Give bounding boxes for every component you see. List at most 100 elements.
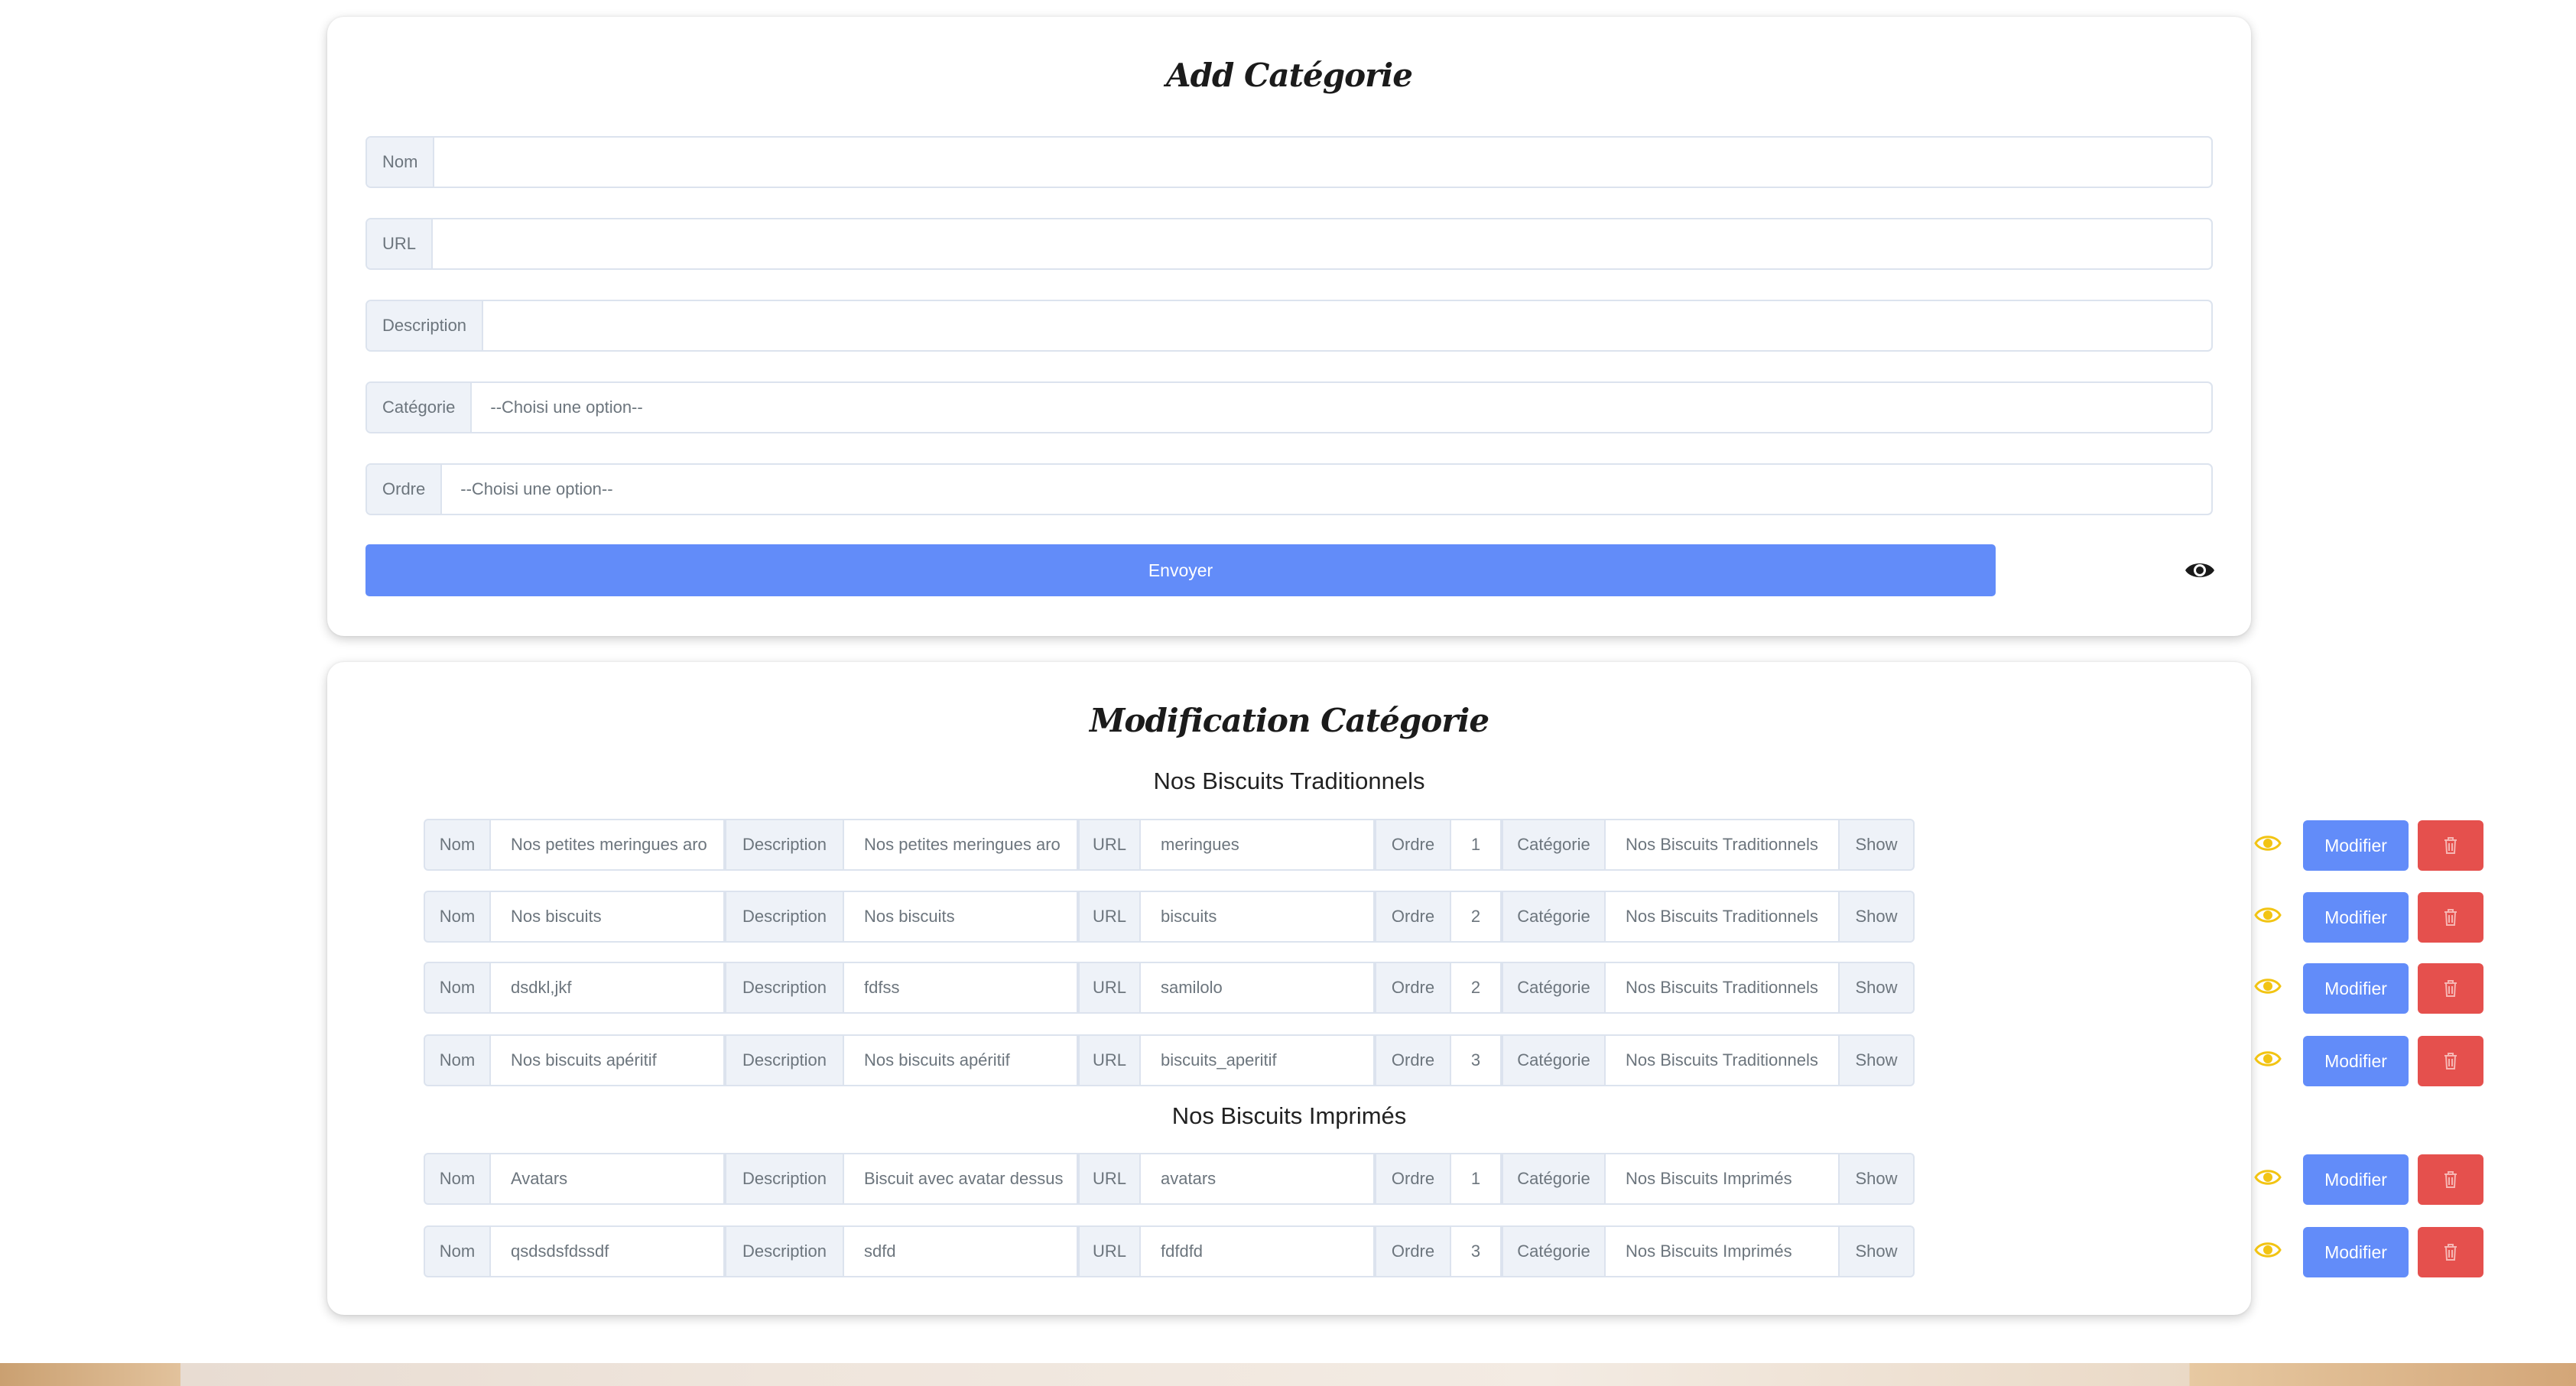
trash-icon [2444,909,2457,926]
categorie-label: Catégorie [1502,962,1606,1014]
categorie-label: Catégorie [1502,1034,1606,1086]
modify-button[interactable]: Modifier [2303,963,2409,1014]
nom-value[interactable]: dsdkl,jkf [491,962,725,1014]
name-label: Nom [367,138,435,187]
description-label: Description [725,1034,844,1086]
nom-label: Nom [424,1225,491,1277]
url-value[interactable]: biscuits_aperitif [1141,1034,1375,1086]
category-select-group: Catégorie --Choisi une option-- [365,381,2213,433]
modify-button[interactable]: Modifier [2303,1036,2409,1086]
description-value[interactable]: Nos petites meringues aro [844,819,1078,871]
ordre-label: Ordre [1375,1225,1451,1277]
nom-value[interactable]: Nos biscuits [491,891,725,943]
show-label: Show [1840,962,1915,1014]
category-row: Nom dsdkl,jkf Description fdfss URL samilolo O… [424,962,2483,1014]
show-eye-icon[interactable] [2254,904,2282,926]
modify-button[interactable]: Modifier [2303,820,2409,871]
modify-category-title: Modification Catégorie [1089,702,1489,739]
nom-value[interactable]: Nos petites meringues aro [491,819,725,871]
show-eye-icon[interactable] [2254,1048,2282,1070]
url-value[interactable]: fdfdfd [1141,1225,1375,1277]
url-value[interactable]: samilolo [1141,962,1375,1014]
nom-value[interactable]: Avatars [491,1153,725,1205]
description-value[interactable]: Nos biscuits apéritif [844,1034,1078,1086]
show-label: Show [1840,819,1915,871]
url-label: URL [1078,962,1141,1014]
ordre-value[interactable]: 1 [1451,1153,1502,1205]
name-input[interactable] [434,138,2211,187]
delete-button[interactable] [2418,1036,2483,1086]
trash-icon [2444,1244,2457,1261]
description-input[interactable] [483,301,2211,350]
categorie-label: Catégorie [1502,1225,1606,1277]
category-label: Catégorie [367,383,473,432]
category-row: Nom Nos petites meringues aro Description N… [424,819,2483,871]
background-photo [0,1363,2576,1386]
categorie-value[interactable]: Nos Biscuits Traditionnels [1606,962,1840,1014]
nom-label: Nom [424,1034,491,1086]
ordre-label: Ordre [1375,819,1451,871]
group-title: Nos Biscuits Imprimés [1171,1102,1407,1129]
category-row: Nom Avatars Description Biscuit avec avatar… [424,1153,2483,1205]
ordre-value[interactable]: 2 [1451,891,1502,943]
category-select[interactable]: --Choisi une option-- [472,383,2211,432]
ordre-value[interactable]: 1 [1451,819,1502,871]
delete-button[interactable] [2418,1154,2483,1205]
categorie-value[interactable]: Nos Biscuits Traditionnels [1606,891,1840,943]
delete-button[interactable] [2418,1227,2483,1277]
ordre-label: Ordre [1375,1153,1451,1205]
show-label: Show [1840,1034,1915,1086]
delete-button[interactable] [2418,963,2483,1014]
url-label: URL [1078,819,1141,871]
categorie-value[interactable]: Nos Biscuits Traditionnels [1606,819,1840,871]
order-select-group: Ordre --Choisi une option-- [365,463,2213,515]
show-eye-icon[interactable] [2254,833,2282,854]
delete-button[interactable] [2418,892,2483,943]
ordre-value[interactable]: 3 [1451,1225,1502,1277]
delete-button[interactable] [2418,820,2483,871]
url-value[interactable]: avatars [1141,1153,1375,1205]
nom-label: Nom [424,819,491,871]
description-value[interactable]: Nos biscuits [844,891,1078,943]
nom-value[interactable]: qsdsdsfdssdf [491,1225,725,1277]
url-input[interactable] [433,219,2211,268]
order-select[interactable]: --Choisi une option-- [442,465,2211,514]
add-category-title: Add Catégorie [1166,57,1413,94]
description-input-group: Description [365,300,2213,352]
modify-button[interactable]: Modifier [2303,1154,2409,1205]
show-eye-icon[interactable] [2254,1239,2282,1261]
description-label: Description [725,819,844,871]
description-value[interactable]: fdfss [844,962,1078,1014]
url-value[interactable]: biscuits [1141,891,1375,943]
url-label: URL [1078,1153,1141,1205]
categorie-label: Catégorie [1502,1153,1606,1205]
ordre-value[interactable]: 3 [1451,1034,1502,1086]
nom-label: Nom [424,962,491,1014]
show-label: Show [1840,1153,1915,1205]
ordre-label: Ordre [1375,891,1451,943]
eye-icon[interactable] [2184,558,2216,583]
category-row: Nom qsdsdsfdssdf Description sdfd URL fdfdfd O… [424,1225,2483,1277]
ordre-value[interactable]: 2 [1451,962,1502,1014]
description-value[interactable]: sdfd [844,1225,1078,1277]
categorie-label: Catégorie [1502,891,1606,943]
nom-label: Nom [424,891,491,943]
categorie-value[interactable]: Nos Biscuits Imprimés [1606,1153,1840,1205]
description-value[interactable]: Biscuit avec avatar dessus [844,1153,1078,1205]
categorie-value[interactable]: Nos Biscuits Traditionnels [1606,1034,1840,1086]
ordre-label: Ordre [1375,962,1451,1014]
description-label: Description [367,301,484,350]
nom-value[interactable]: Nos biscuits apéritif [491,1034,725,1086]
submit-button[interactable]: Envoyer [365,544,1996,596]
name-input-group: Nom [365,136,2213,188]
modify-button[interactable]: Modifier [2303,1227,2409,1277]
categorie-label: Catégorie [1502,819,1606,871]
show-eye-icon[interactable] [2254,1167,2282,1188]
order-label: Ordre [367,465,443,514]
modify-button[interactable]: Modifier [2303,892,2409,943]
show-label: Show [1840,891,1915,943]
categorie-value[interactable]: Nos Biscuits Imprimés [1606,1225,1840,1277]
url-value[interactable]: meringues [1141,819,1375,871]
show-eye-icon[interactable] [2254,975,2282,997]
description-label: Description [725,891,844,943]
